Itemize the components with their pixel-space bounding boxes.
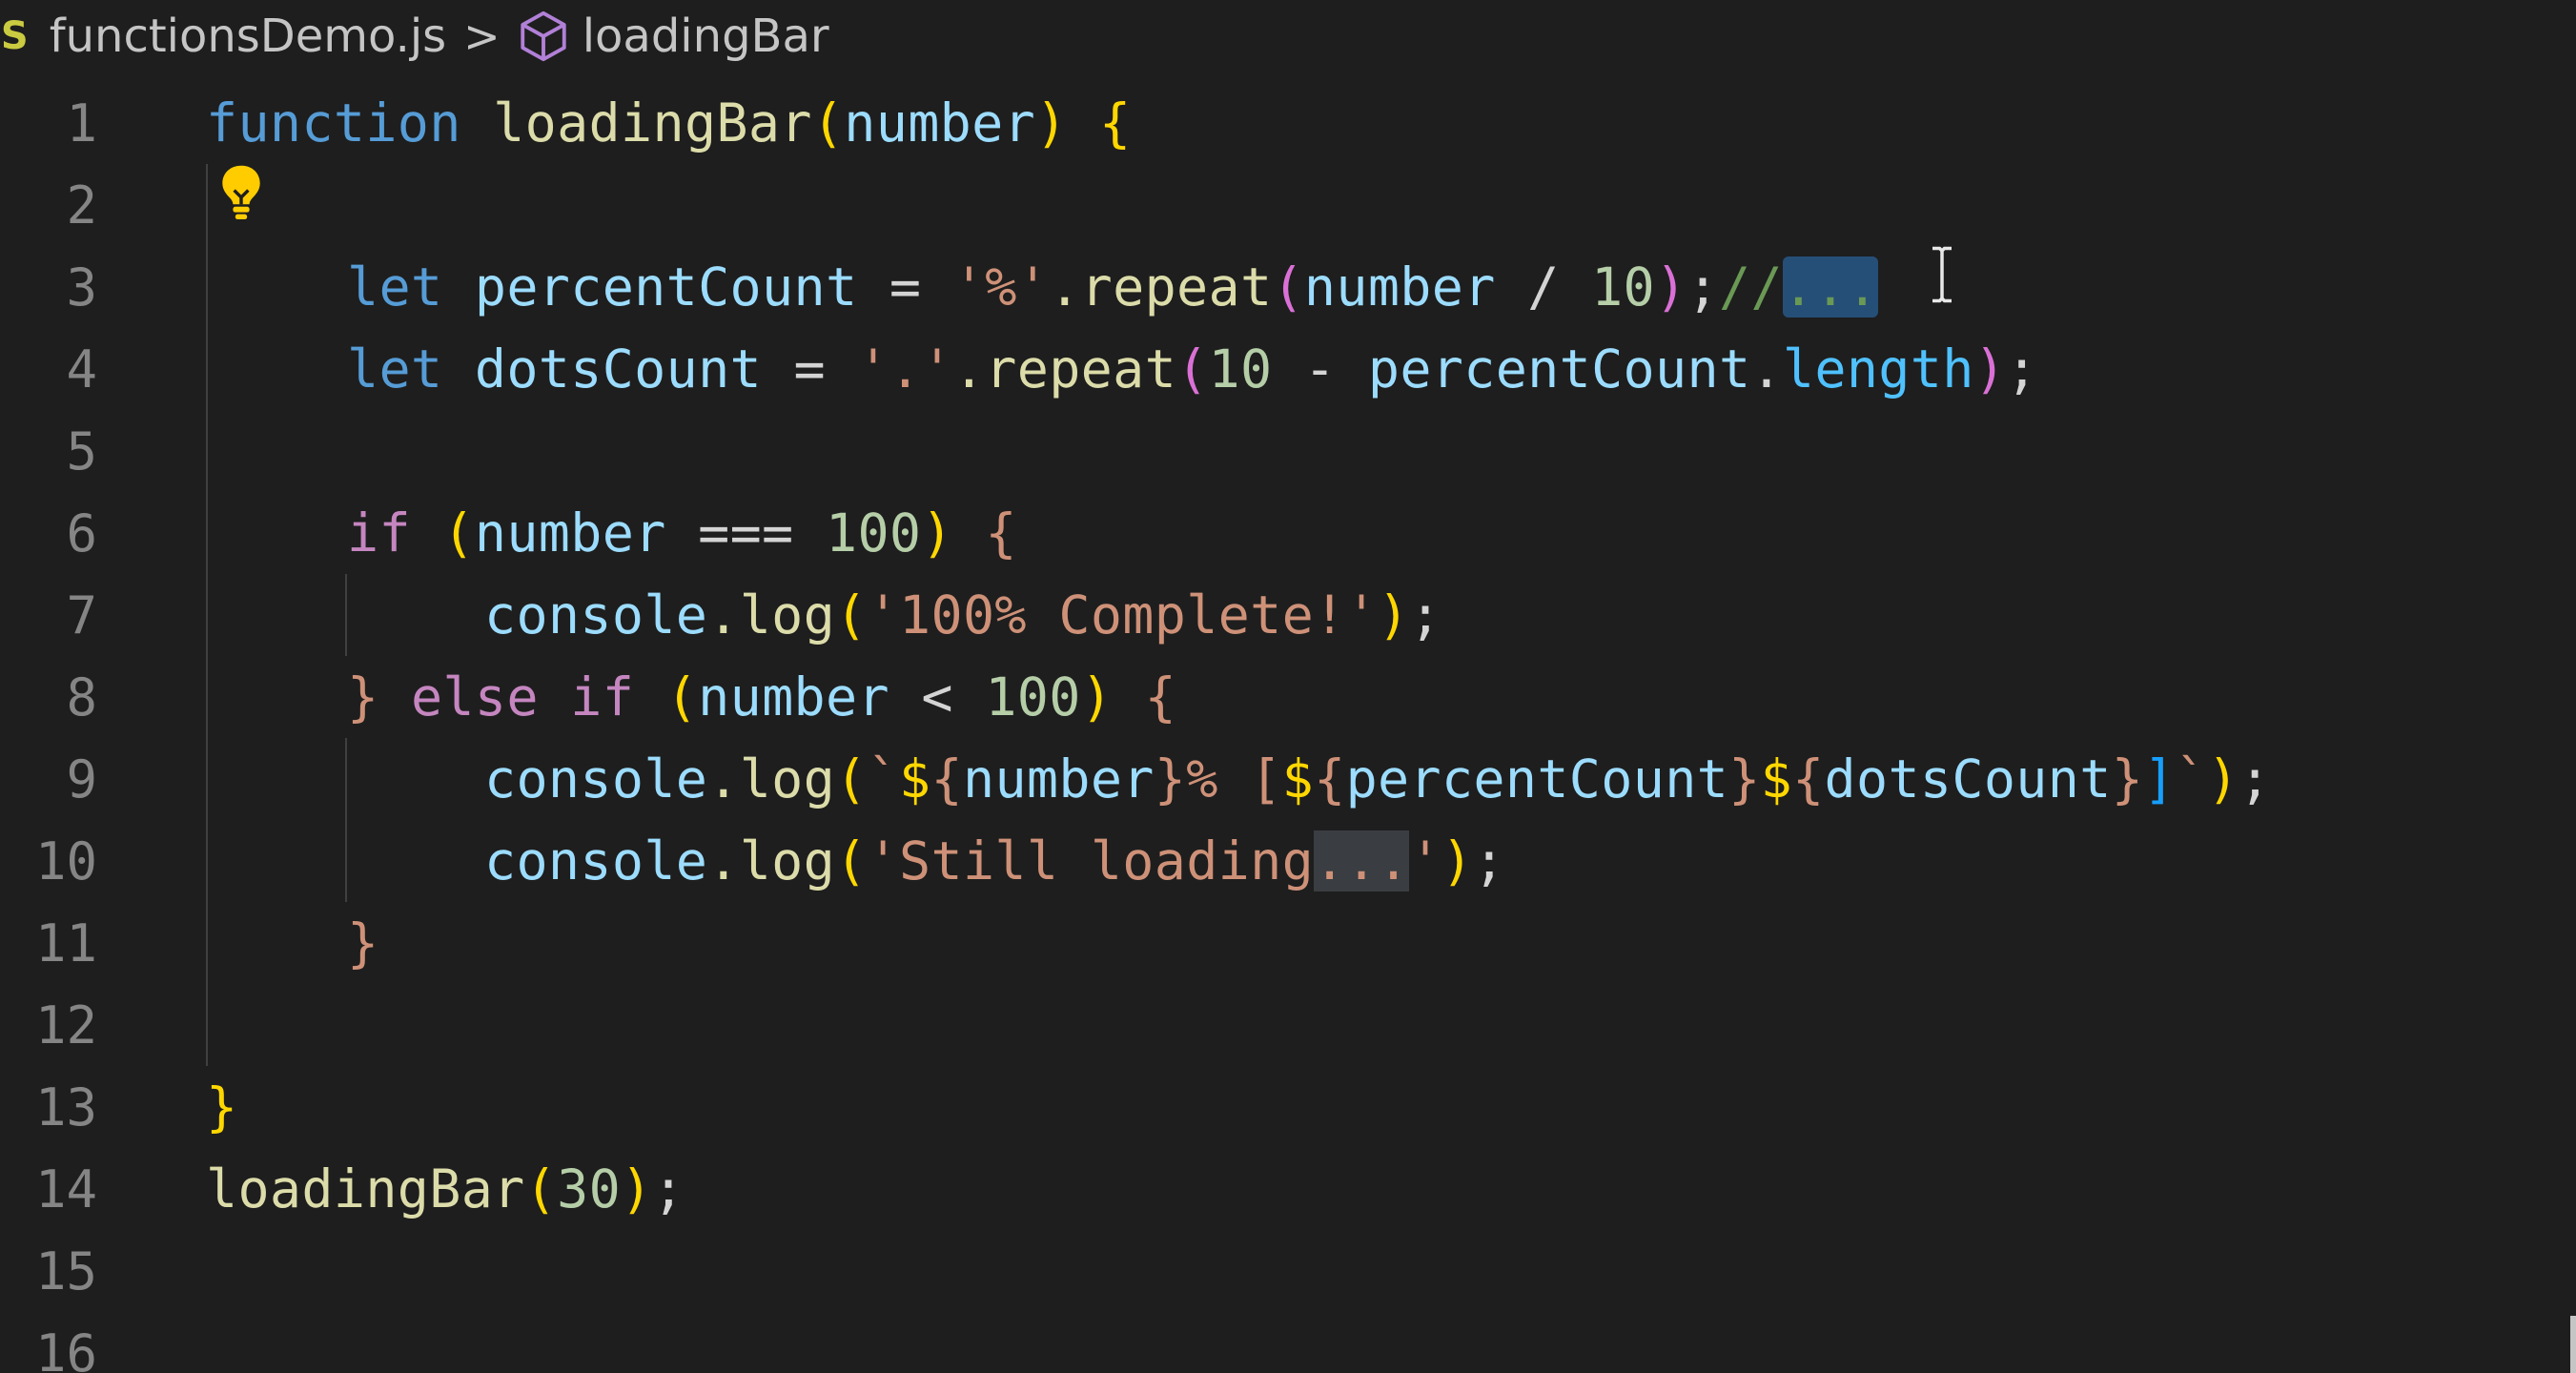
line-number: 10 <box>34 830 97 891</box>
line-number: 9 <box>66 748 97 809</box>
line-number: 12 <box>34 994 97 1055</box>
code-text[interactable]: loadingBar(30); <box>206 1158 685 1219</box>
breadcrumb-separator: > <box>463 10 501 62</box>
lightbulb-icon[interactable] <box>217 162 265 223</box>
line-number: 13 <box>34 1076 97 1137</box>
scrollbar-marker[interactable] <box>2570 1316 2576 1373</box>
code-line[interactable]: 11 } <box>0 902 2576 984</box>
code-editor[interactable]: 1 function loadingBar(number) { 2 3 let … <box>0 82 2576 1373</box>
code-line[interactable]: 10 console.log('Still loading...'); <box>0 820 2576 902</box>
code-text[interactable]: console.log('Still loading...'); <box>484 830 1505 891</box>
line-number: 7 <box>66 584 97 646</box>
code-line[interactable]: 14 loadingBar(30); <box>0 1148 2576 1230</box>
line-number: 15 <box>34 1240 97 1301</box>
code-line[interactable]: 3 let percentCount = '%'.repeat(number /… <box>0 246 2576 328</box>
code-text[interactable]: if (number === 100) { <box>347 502 1017 564</box>
line-number: 6 <box>66 502 97 564</box>
code-text[interactable]: console.log(`${number}% [${percentCount}… <box>484 748 2271 809</box>
code-line[interactable]: 9 console.log(`${number}% [${percentCoun… <box>0 738 2576 820</box>
line-number: 2 <box>66 174 97 236</box>
code-line[interactable]: 4 let dotsCount = '.'.repeat(10 - percen… <box>0 328 2576 410</box>
line-number: 14 <box>34 1158 97 1219</box>
breadcrumb: JS functionsDemo.js > loadingBar <box>0 0 2576 72</box>
js-file-icon: JS <box>0 14 29 58</box>
text-cursor-icon <box>1932 246 1952 303</box>
code-text[interactable]: function loadingBar(number) { <box>206 92 1131 154</box>
code-line[interactable]: 13 } <box>0 1066 2576 1148</box>
code-line[interactable]: 6 if (number === 100) { <box>0 492 2576 574</box>
code-line[interactable]: 15 <box>0 1230 2576 1312</box>
code-text[interactable]: let percentCount = '%'.repeat(number / 1… <box>347 256 1879 318</box>
line-number: 3 <box>66 256 97 318</box>
code-text[interactable]: let dotsCount = '.'.repeat(10 - percentC… <box>347 338 2038 400</box>
line-number: 11 <box>34 912 97 973</box>
code-line[interactable]: 2 <box>0 164 2576 246</box>
line-number: 16 <box>34 1322 97 1373</box>
code-line[interactable]: 1 function loadingBar(number) { <box>0 82 2576 164</box>
breadcrumb-symbol[interactable]: loadingBar <box>583 10 829 63</box>
code-text[interactable]: } else if (number < 100) { <box>347 666 1176 727</box>
word-highlight: ... <box>1314 830 1410 891</box>
code-line[interactable]: 5 <box>0 410 2576 492</box>
line-number: 8 <box>66 666 97 727</box>
text-selection: ... <box>1782 256 1879 318</box>
cube-icon <box>521 10 566 62</box>
line-number: 4 <box>66 338 97 400</box>
breadcrumb-file[interactable]: functionsDemo.js <box>50 10 446 63</box>
code-line[interactable]: 8 } else if (number < 100) { <box>0 656 2576 738</box>
code-line[interactable]: 16 <box>0 1312 2576 1373</box>
code-text[interactable]: console.log('100% Complete!'); <box>484 584 1441 646</box>
code-line[interactable]: 7 console.log('100% Complete!'); <box>0 574 2576 656</box>
code-text[interactable]: } <box>206 1076 237 1137</box>
line-number: 5 <box>66 420 97 482</box>
code-text[interactable]: } <box>347 912 378 973</box>
line-number: 1 <box>66 92 97 154</box>
code-line[interactable]: 12 <box>0 984 2576 1066</box>
